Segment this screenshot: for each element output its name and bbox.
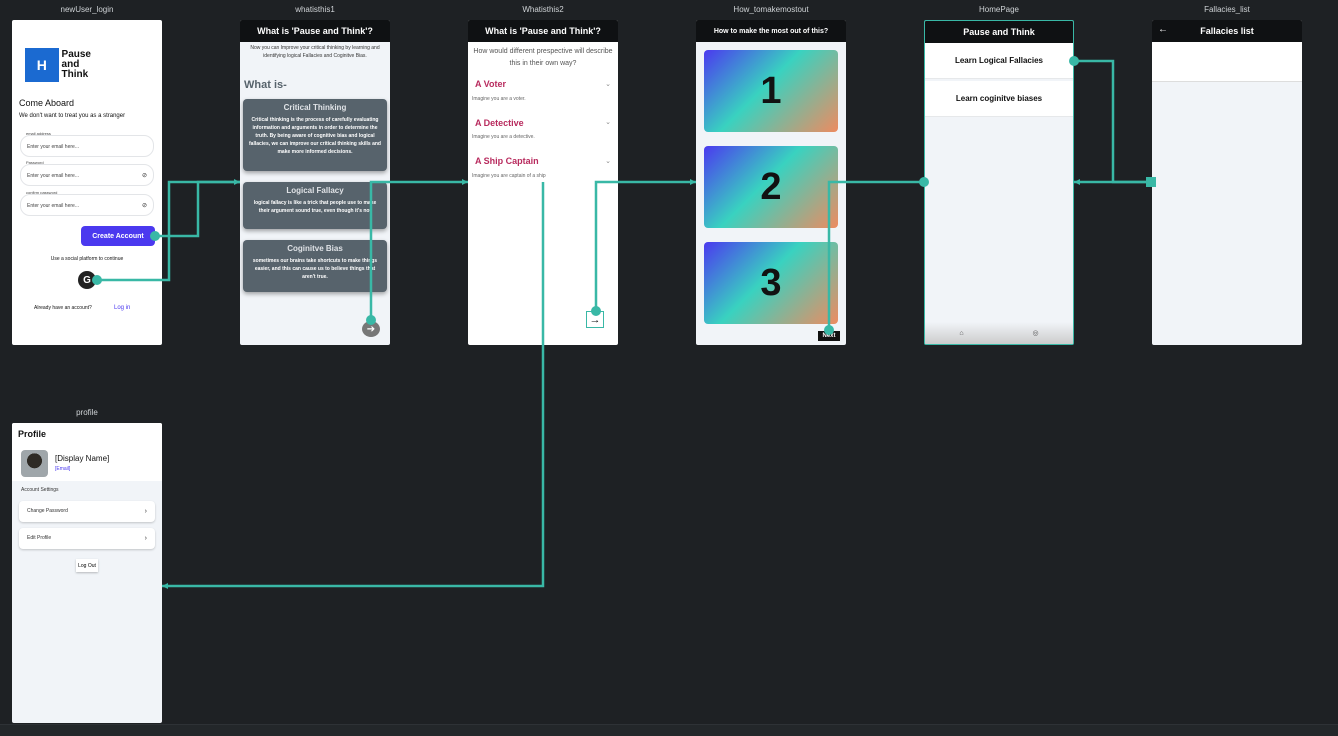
email-field[interactable]: Enter your email here...	[20, 135, 154, 157]
have-account-text: Already have an account?	[34, 305, 92, 311]
design-canvas: newUser_login whatisthis1 Whatisthis2 Ho…	[0, 0, 1338, 736]
next-button[interactable]: Next	[818, 331, 840, 341]
what2-header: What is 'Pause and Think'?	[468, 20, 618, 42]
bottom-nav: ⌂ ◎	[925, 322, 1073, 344]
login-frame: H Pause and Think Come Aboard We don't w…	[12, 20, 162, 345]
howto-card-2: 2	[704, 146, 838, 228]
what1-frame: What is 'Pause and Think'? Now you can I…	[240, 20, 390, 345]
google-button[interactable]: G	[78, 271, 96, 289]
what1-intro: Now you can Improve your critical thinki…	[250, 45, 380, 59]
howto-frame: How to make the most out of this? 1 2 3 …	[696, 20, 846, 345]
display-name: [Display Name]	[55, 454, 110, 463]
card-body: Critical thinking is the process of care…	[249, 117, 381, 155]
learn-fallacies-button[interactable]: Learn Logical Fallacies	[925, 43, 1073, 79]
password-placeholder: Enter your email here...	[27, 173, 79, 179]
profile-title: Profile	[18, 429, 47, 439]
card-logical-fallacy: Logical Fallacy logical fallacy is like …	[243, 182, 387, 229]
login-subtitle: We don't want to treat you as a stranger	[19, 113, 126, 119]
change-password-label: Change Password	[27, 508, 68, 514]
role-title[interactable]: A Detective	[475, 118, 524, 128]
login-title: Come Aboard	[19, 98, 75, 108]
email-placeholder: Enter your email here...	[27, 144, 79, 150]
chevron-down-icon[interactable]: ⌄	[605, 80, 611, 88]
arrow-right-icon[interactable]: →	[586, 311, 604, 328]
login-link[interactable]: Log in	[114, 305, 130, 311]
frame-label-fallacies: Fallacies_list	[1204, 5, 1250, 14]
frame-label-profile: profile	[76, 408, 98, 417]
what-is-heading: What is-	[244, 79, 287, 91]
prototype-connections	[92, 56, 1156, 589]
create-account-button[interactable]: Create Account	[81, 226, 155, 246]
what2-frame: What is 'Pause and Think'? How would dif…	[468, 20, 618, 345]
edit-profile-button[interactable]: Edit Profile ›	[19, 528, 155, 549]
arrowhead	[162, 583, 168, 589]
social-text: Use a social platform to continue	[50, 256, 124, 262]
frame-label-home: HomePage	[978, 5, 1020, 14]
frame-label-howto: How_tomakemostout	[733, 5, 809, 14]
fallacies-header: ← Fallacies list	[1152, 20, 1302, 42]
chevron-right-icon: ›	[144, 535, 147, 542]
role-title[interactable]: A Voter	[475, 79, 506, 89]
edit-profile-label: Edit Profile	[27, 535, 52, 541]
confirm-placeholder: Enter your email here...	[27, 203, 79, 209]
card-title: Coginitve Bias	[287, 244, 343, 253]
canvas-scrollbar[interactable]	[0, 724, 1338, 736]
next-arrow-icon[interactable]: ➔	[362, 321, 380, 337]
fallacies-title: Fallacies list	[1200, 26, 1254, 36]
what1-header: What is 'Pause and Think'?	[240, 20, 390, 42]
home-header: Pause and Think	[925, 21, 1073, 43]
frame-label-login: newUser_login	[60, 5, 114, 14]
logo-text-3: Think	[61, 69, 89, 80]
profile-icon[interactable]: ◎	[1032, 329, 1038, 337]
home-frame: Pause and Think Learn Logical Fallacies …	[924, 20, 1074, 345]
confirm-password-field[interactable]: Enter your email here... ⊘	[20, 194, 154, 216]
change-password-button[interactable]: Change Password ›	[19, 501, 155, 522]
wire-home-to-fallacies	[1074, 59, 1152, 184]
card-title: Critical Thinking	[283, 103, 347, 112]
profile-frame: Profile [Display Name] [Email] Account S…	[12, 423, 162, 723]
eye-off-icon[interactable]: ⊘	[142, 195, 147, 217]
frame-label-what1: whatisthis1	[295, 5, 335, 14]
wire-create-to-what1	[155, 180, 240, 238]
logout-button[interactable]: Log Out	[76, 559, 98, 572]
role-sub: Imagine you are captain of a ship	[472, 173, 546, 179]
avatar	[21, 450, 48, 477]
app-logo: H Pause and Think	[25, 48, 91, 82]
chevron-down-icon[interactable]: ⌄	[605, 157, 611, 165]
card-title: Logical Fallacy	[286, 186, 344, 195]
account-settings-heading: Account Settings	[21, 487, 59, 493]
back-arrow-icon[interactable]: ←	[1158, 24, 1168, 35]
frame-label-what2: Whatisthis2	[522, 5, 564, 14]
card-critical-thinking: Critical Thinking Critical thinking is t…	[243, 99, 387, 171]
chevron-down-icon[interactable]: ⌄	[605, 118, 611, 126]
card-body: logical fallacy is like a trick that peo…	[253, 200, 377, 214]
fallacy-list-item[interactable]	[1152, 42, 1302, 82]
role-sub: Imagine you are a detective.	[472, 134, 535, 140]
card-body: sometimes our brains take shortcuts to m…	[252, 258, 378, 280]
logo-mark: H	[25, 48, 59, 82]
arrowhead	[1074, 179, 1080, 185]
profile-email: [Email]	[55, 466, 71, 472]
howto-card-1: 1	[704, 50, 838, 132]
chevron-right-icon: ›	[144, 508, 147, 515]
learn-biases-button[interactable]: Learn coginitve biases	[925, 81, 1073, 117]
password-field[interactable]: Enter your email here... ⊘	[20, 164, 154, 186]
howto-header: How to make the most out of this?	[696, 20, 846, 42]
what2-question: How would different prespective will des…	[473, 48, 613, 67]
role-title[interactable]: A Ship Captain	[475, 156, 539, 166]
card-cognitive-bias: Coginitve Bias sometimes our brains take…	[243, 240, 387, 292]
howto-card-3: 3	[704, 242, 838, 324]
role-sub: Imagine you are a voter.	[472, 96, 526, 102]
eye-off-icon[interactable]: ⊘	[142, 165, 147, 187]
fallacies-frame: ← Fallacies list	[1152, 20, 1302, 345]
home-icon[interactable]: ⌂	[959, 330, 963, 337]
